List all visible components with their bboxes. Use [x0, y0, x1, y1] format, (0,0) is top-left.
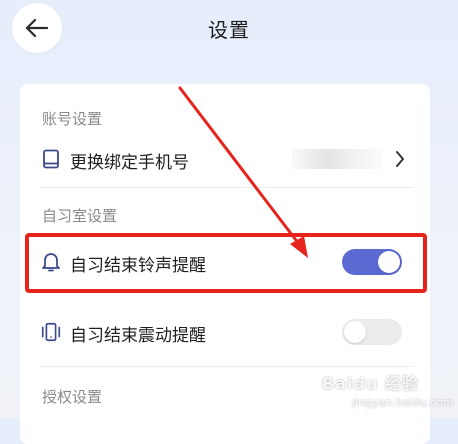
- masked-phone-number: [292, 149, 382, 169]
- row-change-phone[interactable]: 更换绑定手机号: [20, 139, 430, 179]
- section-label-auth: 授权设置: [42, 388, 103, 406]
- highlight-box: [25, 233, 427, 293]
- watermark-sub: jingyan.baidu.com: [352, 396, 454, 409]
- toggle-knob: [344, 321, 366, 343]
- divider: [40, 366, 414, 367]
- row-label-vibrate-reminder: 自习结束震动提醒: [70, 326, 206, 346]
- vibrate-reminder-toggle[interactable]: [342, 319, 402, 345]
- row-label-change-phone: 更换绑定手机号: [70, 153, 189, 173]
- row-vibrate-reminder[interactable]: 自习结束震动提醒: [20, 312, 430, 352]
- section-label-study-room: 自习室设置: [42, 207, 118, 225]
- chevron-right-icon: [396, 151, 404, 167]
- phone-icon: [40, 147, 62, 171]
- vibrate-icon: [40, 320, 62, 344]
- watermark: Baidu 经验: [322, 374, 419, 393]
- divider: [40, 187, 414, 188]
- page-title: 设置: [208, 18, 250, 42]
- section-label-account: 账号设置: [42, 110, 103, 128]
- header: 设置: [0, 0, 458, 60]
